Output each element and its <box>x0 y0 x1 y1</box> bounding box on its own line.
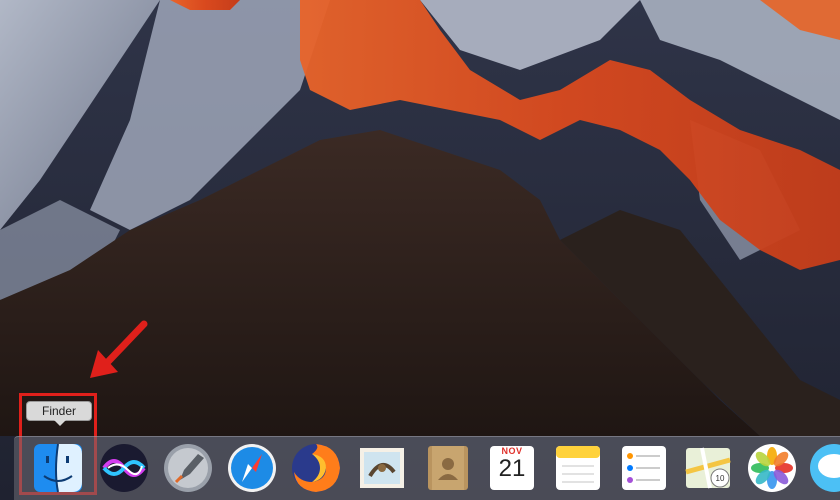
mail-icon[interactable] <box>356 442 408 494</box>
siri-icon[interactable] <box>98 442 150 494</box>
desktop-wallpaper <box>0 0 840 500</box>
red-arrow-annotation <box>90 320 148 378</box>
reminders-icon[interactable] <box>618 442 670 494</box>
svg-text:10: 10 <box>716 474 725 483</box>
maps-icon[interactable]: 10 <box>682 442 734 494</box>
contacts-icon[interactable] <box>422 442 474 494</box>
messages-icon[interactable] <box>808 442 840 494</box>
calendar-day: 21 <box>498 455 526 482</box>
launchpad-icon[interactable] <box>162 442 214 494</box>
notes-icon[interactable] <box>552 442 604 494</box>
safari-icon[interactable] <box>226 442 278 494</box>
finder-icon[interactable] <box>32 442 84 494</box>
finder-tooltip: Finder <box>26 401 92 421</box>
tooltip-tail <box>54 420 66 426</box>
photos-icon[interactable] <box>746 442 798 494</box>
firefox-icon[interactable] <box>290 442 342 494</box>
